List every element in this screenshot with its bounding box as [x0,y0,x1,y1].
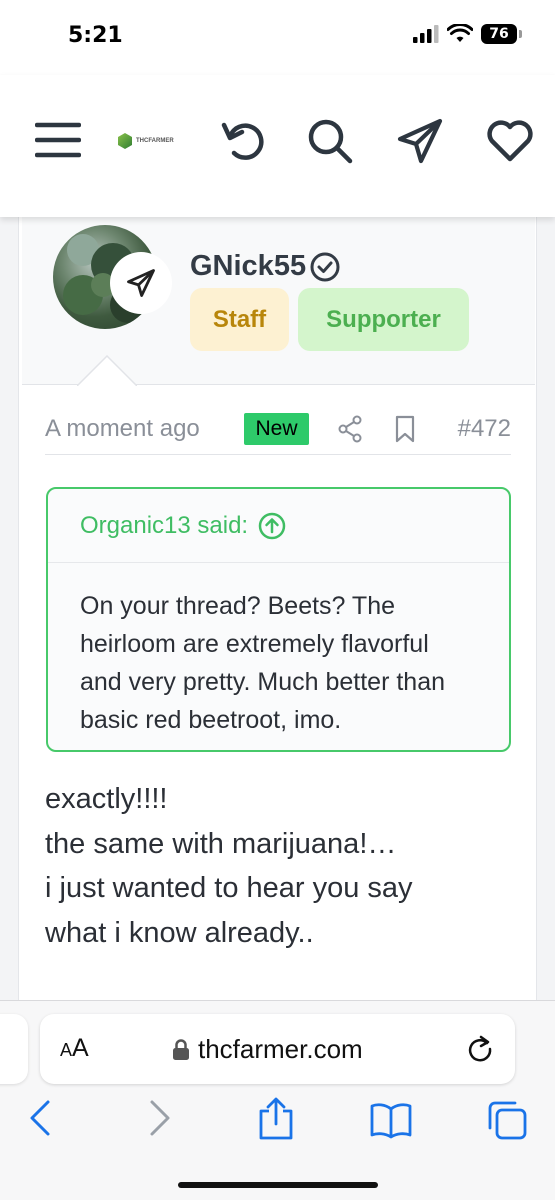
browser-toolbar: AA thcfarmer.com [0,1000,555,1200]
username[interactable]: GNick55 [190,250,340,283]
user-info-box: GNick55 Staff Supporter [22,217,535,386]
clock: 5:21 [68,23,123,48]
share-icon[interactable] [337,415,363,448]
post-line: the same with marijuana!… [45,827,397,860]
reload-icon[interactable] [465,1034,495,1069]
jump-up-icon[interactable] [258,512,286,540]
quote-text: On your thread? Beets? The heirloom are … [80,592,446,734]
address-bar[interactable]: AA thcfarmer.com [40,1014,515,1084]
search-icon[interactable] [306,117,354,170]
user-box-pointer [77,355,137,386]
post-card: GNick55 Staff Supporter A moment ago New… [18,217,537,1017]
quote-block: Organic13 said: On your thread? Beets? T… [46,487,511,752]
verified-check-icon [310,252,340,281]
staff-badge: Staff [190,288,289,351]
bookmarks-icon[interactable] [369,1101,413,1144]
post-line: exactly!!!! [45,783,168,815]
post-meta-bar: A moment ago New #472 [45,407,511,455]
tabs-icon[interactable] [486,1099,528,1146]
status-bar: 5:21 76 [0,0,555,75]
app-header: THCFARMER [0,75,555,217]
forward-icon[interactable] [148,1099,172,1142]
send-badge-icon [127,269,155,297]
thread-page: GNick55 Staff Supporter A moment ago New… [0,217,555,1017]
post-line: what i know already.. [45,916,314,949]
supporter-badge: Supporter [298,288,469,351]
share-sheet-icon[interactable] [256,1097,296,1146]
post-number[interactable]: #472 [458,415,511,443]
signal-icon [413,25,439,43]
undo-icon[interactable] [220,117,268,170]
previous-tab-preview[interactable] [0,1014,28,1084]
site-logo[interactable]: THCFARMER [118,133,174,149]
post-body: exactly!!!! the same with marijuana!… i … [45,777,515,955]
post-line: i just wanted to hear you say [45,872,413,904]
leaf-logo-icon [118,133,132,149]
home-indicator [178,1182,378,1188]
reader-settings-button[interactable]: AA [60,1034,89,1063]
bookmark-icon[interactable] [394,415,416,448]
send-icon[interactable] [396,117,444,170]
quote-author[interactable]: Organic13 said: [80,512,248,540]
lock-icon [173,1038,189,1060]
battery-indicator: 76 [481,24,522,44]
heart-icon[interactable] [486,117,534,170]
wifi-icon [447,24,473,42]
quote-header[interactable]: Organic13 said: [48,489,509,563]
url-display[interactable]: thcfarmer.com [172,1034,363,1065]
new-badge: New [244,413,309,445]
status-icons: 76 [413,24,522,44]
back-icon[interactable] [28,1099,52,1142]
post-time[interactable]: A moment ago [45,415,200,443]
menu-icon[interactable] [34,117,82,168]
avatar-badge [110,252,172,314]
